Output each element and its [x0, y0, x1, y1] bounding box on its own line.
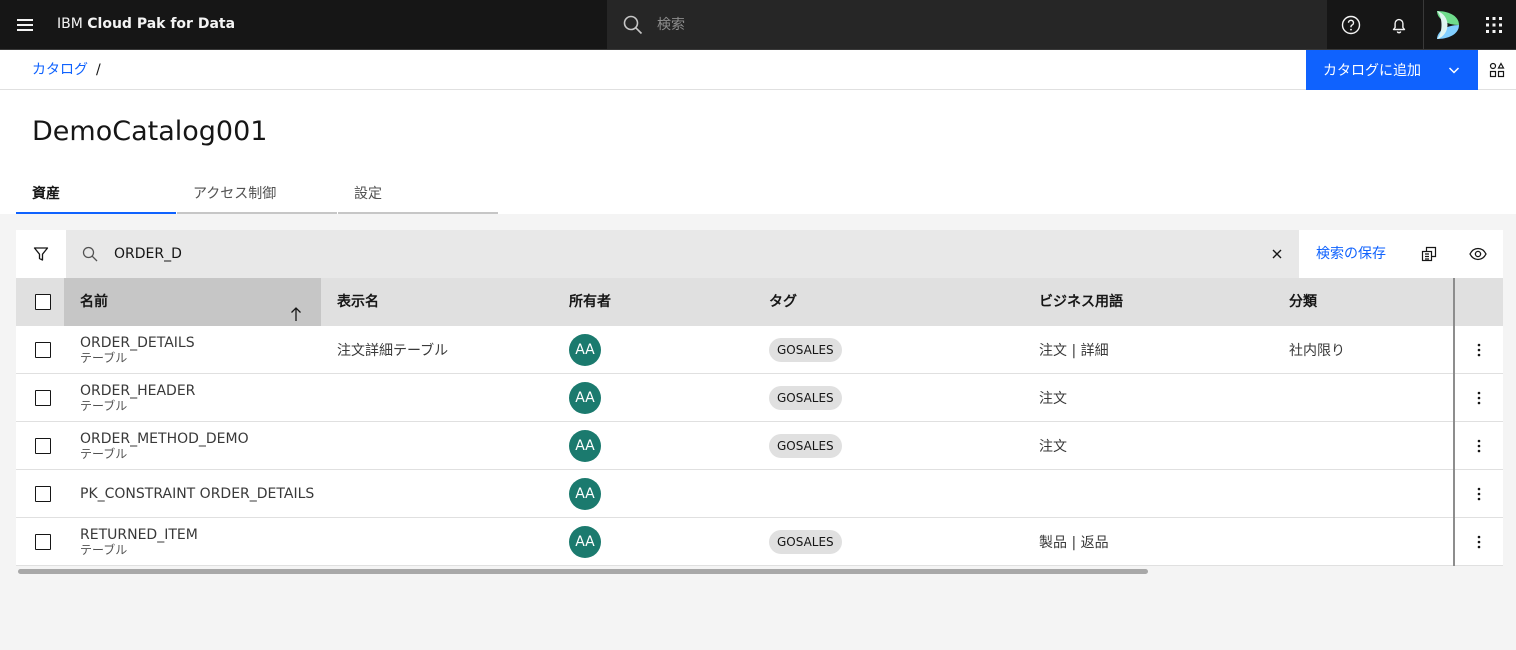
filter-icon[interactable] — [16, 230, 66, 278]
row-checkbox[interactable] — [35, 342, 51, 358]
asset-name-cell[interactable]: ORDER_METHOD_DEMO テーブル — [80, 422, 249, 470]
table-row[interactable]: RETURNED_ITEM テーブル AA GOSALES 製品 | 返品 — [16, 518, 1503, 566]
asset-search-input[interactable] — [114, 230, 1244, 278]
avatar[interactable] — [1423, 0, 1471, 49]
owner-avatar: AA — [569, 430, 601, 462]
tag-badge[interactable]: GOSALES — [769, 434, 842, 458]
business-terms-cell: 製品 | 返品 — [1039, 535, 1109, 551]
chevron-down-icon — [1448, 64, 1460, 80]
page-title: DemoCatalog001 — [32, 116, 268, 147]
overflow-menu-icon[interactable] — [1453, 518, 1503, 566]
tab-access-control[interactable]: アクセス制御 — [177, 180, 337, 214]
scrollbar-thumb[interactable] — [18, 569, 1148, 574]
table-row[interactable]: ORDER_HEADER テーブル AA GOSALES 注文 — [16, 374, 1503, 422]
owner-avatar: AA — [569, 526, 601, 558]
page-header: DemoCatalog001 資産 アクセス制御 設定 — [0, 90, 1516, 214]
overflow-menu-icon[interactable] — [1453, 422, 1503, 470]
breadcrumb-bar: カタログ / カタログに追加 — [0, 50, 1516, 90]
table-header-row: 名前 表示名 所有者 タグ ビジネス用語 分類 — [16, 278, 1503, 326]
global-search — [607, 0, 1327, 49]
app-switcher-icon[interactable] — [1471, 0, 1516, 49]
help-icon[interactable] — [1327, 0, 1375, 49]
search-icon — [82, 246, 98, 266]
row-checkbox[interactable] — [35, 486, 51, 502]
column-header-display-name[interactable]: 表示名 — [337, 278, 379, 326]
product-name[interactable]: IBM Cloud Pak for Data — [57, 0, 235, 49]
view-icon[interactable] — [1458, 230, 1498, 278]
breadcrumb: カタログ / — [32, 50, 101, 90]
top-header: IBM Cloud Pak for Data — [0, 0, 1516, 50]
copy-icon[interactable] — [1409, 230, 1449, 278]
asset-search — [66, 230, 1299, 278]
global-search-input[interactable] — [657, 0, 1307, 49]
tab-assets[interactable]: 資産 — [16, 180, 176, 214]
asset-name[interactable]: ORDER_DETAILS — [80, 335, 195, 351]
asset-type: テーブル — [80, 399, 128, 413]
add-to-catalog-button[interactable]: カタログに追加 — [1306, 50, 1478, 90]
business-terms-cell: 注文 — [1039, 439, 1067, 455]
breadcrumb-catalog-link[interactable]: カタログ — [32, 62, 88, 78]
classification-cell: 社内限り — [1289, 343, 1345, 359]
table-row[interactable]: ORDER_METHOD_DEMO テーブル AA GOSALES 注文 — [16, 422, 1503, 470]
notification-icon[interactable] — [1375, 0, 1423, 49]
save-search-link[interactable]: 検索の保存 — [1316, 230, 1386, 278]
asset-name[interactable]: ORDER_METHOD_DEMO — [80, 431, 249, 447]
asset-name-cell[interactable]: RETURNED_ITEM テーブル — [80, 518, 198, 566]
tab-settings[interactable]: 設定 — [338, 180, 498, 214]
header-overflow-cell — [1453, 278, 1503, 326]
table-toolbar: 検索の保存 — [16, 230, 1503, 278]
assets-table: 名前 表示名 所有者 タグ ビジネス用語 分類 ORDER_DETAILS テー… — [16, 278, 1503, 566]
horizontal-scrollbar[interactable] — [16, 566, 1503, 575]
asset-name-cell[interactable]: ORDER_HEADER テーブル — [80, 374, 195, 422]
shapes-icon[interactable] — [1478, 50, 1516, 90]
owner-avatar: AA — [569, 382, 601, 414]
table-row[interactable]: ORDER_DETAILS テーブル 注文詳細テーブル AA GOSALES 注… — [16, 326, 1503, 374]
select-all-checkbox[interactable] — [35, 294, 51, 310]
table-row[interactable]: PK_CONSTRAINT ORDER_DETAILS AA — [16, 470, 1503, 518]
clear-search-icon[interactable] — [1265, 242, 1289, 266]
tag-badge[interactable]: GOSALES — [769, 530, 842, 554]
row-checkbox[interactable] — [35, 390, 51, 406]
asset-name-cell[interactable]: PK_CONSTRAINT ORDER_DETAILS — [80, 470, 314, 518]
asset-name[interactable]: RETURNED_ITEM — [80, 527, 198, 543]
asset-type: テーブル — [80, 447, 128, 461]
tag-badge[interactable]: GOSALES — [769, 386, 842, 410]
row-checkbox[interactable] — [35, 438, 51, 454]
display-name-cell: 注文詳細テーブル — [337, 343, 449, 359]
business-terms-cell: 注文 | 詳細 — [1039, 343, 1109, 359]
column-header-business-terms[interactable]: ビジネス用語 — [1039, 278, 1123, 326]
asset-name[interactable]: ORDER_HEADER — [80, 383, 195, 399]
row-checkbox[interactable] — [35, 534, 51, 550]
column-header-tags[interactable]: タグ — [769, 278, 797, 326]
asset-name-cell[interactable]: ORDER_DETAILS テーブル — [80, 326, 195, 374]
asset-type: テーブル — [80, 543, 128, 557]
column-header-name[interactable]: 名前 — [64, 278, 321, 326]
search-icon — [623, 15, 643, 39]
column-header-name-label: 名前 — [80, 294, 108, 310]
breadcrumb-separator: / — [96, 62, 101, 78]
overflow-menu-icon[interactable] — [1453, 326, 1503, 374]
menu-icon[interactable] — [0, 0, 50, 49]
column-header-owner[interactable]: 所有者 — [569, 278, 611, 326]
owner-avatar: AA — [569, 478, 601, 510]
asset-name[interactable]: PK_CONSTRAINT ORDER_DETAILS — [80, 486, 314, 502]
owner-avatar: AA — [569, 334, 601, 366]
overflow-menu-icon[interactable] — [1453, 470, 1503, 518]
overflow-menu-icon[interactable] — [1453, 374, 1503, 422]
business-terms-cell: 注文 — [1039, 391, 1067, 407]
asset-type: テーブル — [80, 351, 128, 365]
add-to-catalog-label: カタログに追加 — [1323, 63, 1421, 79]
column-header-classification[interactable]: 分類 — [1289, 278, 1317, 326]
tag-badge[interactable]: GOSALES — [769, 338, 842, 362]
